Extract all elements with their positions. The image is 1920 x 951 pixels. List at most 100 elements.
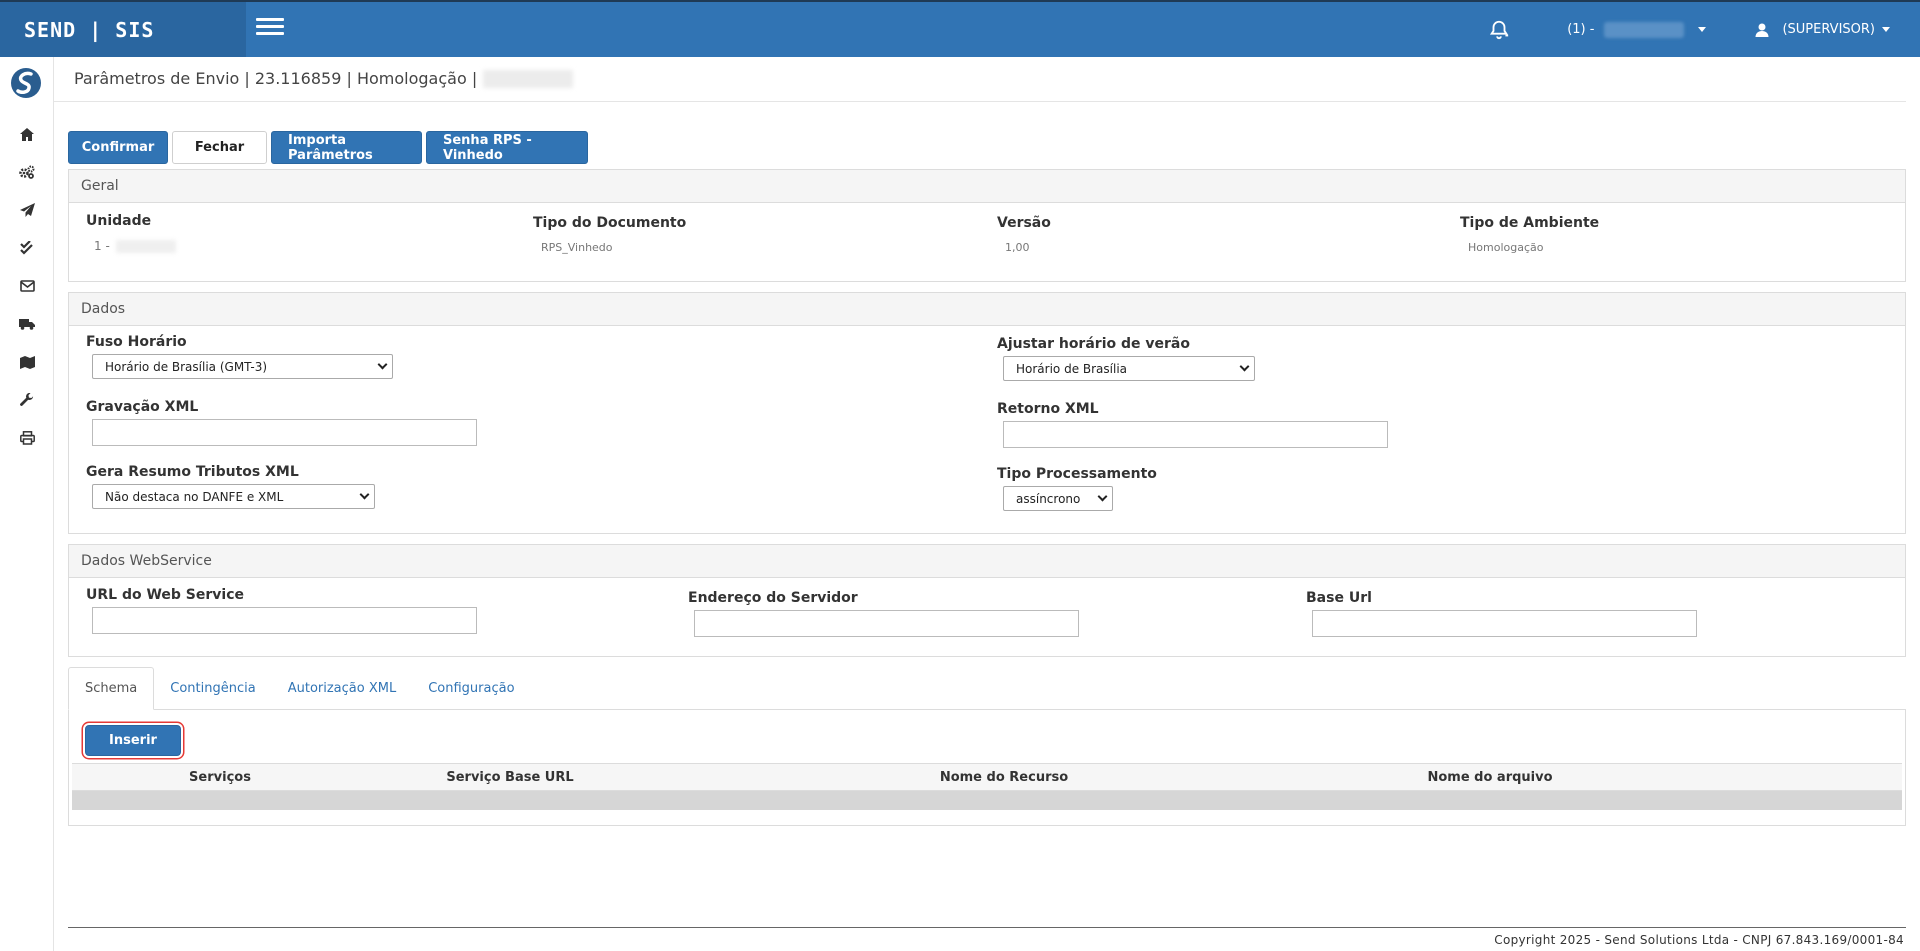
home-icon (20, 127, 34, 141)
tipo-documento-label: Tipo do Documento (533, 215, 687, 231)
general-panel: Geral Unidade 1 - Tipo do Documento RPS_… (68, 169, 1906, 282)
title-divider (54, 101, 1906, 102)
chevron-down-icon (1882, 27, 1890, 32)
versao-value: 1,00 (1005, 241, 1030, 254)
redacted-name (483, 69, 574, 88)
rps-password-button[interactable]: Senha RPS - Vinhedo (426, 131, 588, 164)
resumo-tributos-select[interactable]: Não destaca no DANFE e XML (92, 484, 375, 509)
wrench-icon (20, 393, 34, 406)
menu-toggle-icon[interactable] (256, 18, 284, 38)
horario-verao-select[interactable]: Horário de Brasília (1003, 356, 1255, 381)
navbar-right: (1) - (SUPERVISOR) (1479, 2, 1920, 57)
data-panel: Dados Fuso Horário Horário de Brasília (… (68, 292, 1906, 534)
fuso-horario-label: Fuso Horário (86, 334, 187, 350)
sidebar-item-transport[interactable] (0, 304, 54, 344)
chevron-down-icon (1239, 361, 1250, 372)
chevron-down-icon (359, 489, 370, 500)
url-webservice-label: URL do Web Service (86, 587, 244, 603)
unidade-value: 1 - (94, 239, 176, 253)
tipo-processamento-field: Tipo Processamento assíncrono (997, 466, 1157, 511)
company-label: (1) - (1567, 22, 1595, 37)
url-webservice-input[interactable] (92, 607, 477, 634)
sidebar-item-home[interactable] (0, 114, 54, 154)
tab-autorizacao-xml[interactable]: Autorização XML (272, 667, 413, 710)
versao-field: Versão 1,00 (997, 215, 1051, 254)
unidade-field: Unidade 1 - (86, 213, 176, 253)
company-selector[interactable]: (1) - (1567, 21, 1707, 38)
gravacao-xml-field: Gravação XML (86, 399, 477, 446)
fuso-horario-select[interactable]: Horário de Brasília (GMT-3) (92, 354, 393, 379)
schema-tab-panel: Inserir Serviços Serviço Base URL Nome d… (68, 710, 1906, 826)
action-toolbar: Confirmar Fechar Importa Parâmetros Senh… (68, 131, 592, 164)
gravacao-xml-label: Gravação XML (86, 399, 199, 415)
resumo-tributos-label: Gera Resumo Tributos XML (86, 464, 299, 480)
tipo-ambiente-label: Tipo de Ambiente (1460, 215, 1600, 231)
insert-button[interactable]: Inserir (85, 725, 181, 756)
user-icon (1755, 23, 1769, 37)
chevron-down-icon (1097, 491, 1108, 502)
versao-label: Versão (997, 215, 1051, 231)
brand-logo[interactable]: SEND | SIS (0, 2, 246, 57)
map-icon (19, 355, 35, 369)
endereco-servidor-field: Endereço do Servidor (688, 590, 1079, 637)
resumo-tributos-field: Gera Resumo Tributos XML Não destaca no … (86, 464, 375, 509)
confirm-button[interactable]: Confirmar (68, 131, 168, 164)
schema-grid-header: Serviços Serviço Base URL Nome do Recurs… (72, 763, 1902, 791)
user-menu[interactable]: (SUPERVISOR) (1754, 22, 1890, 38)
page-title-text: Parâmetros de Envio | 23.116859 | Homolo… (74, 69, 478, 88)
sidebar-item-settings[interactable] (0, 152, 54, 192)
horario-verao-label: Ajustar horário de verão (997, 336, 1190, 352)
column-header-nome-arquivo[interactable]: Nome do arquivo (1427, 770, 1552, 785)
endereco-servidor-label: Endereço do Servidor (688, 590, 858, 606)
tipo-documento-field: Tipo do Documento RPS_Vinhedo (533, 215, 686, 254)
retorno-xml-label: Retorno XML (997, 401, 1099, 417)
tipo-processamento-select[interactable]: assíncrono (1003, 486, 1113, 511)
chevron-down-icon (377, 359, 388, 370)
envelope-icon (19, 280, 35, 292)
notifications-bell-icon[interactable] (1479, 10, 1519, 50)
url-webservice-field: URL do Web Service (86, 587, 477, 634)
paper-plane-icon (19, 203, 35, 217)
base-url-input[interactable] (1312, 610, 1697, 637)
sidebar-item-tools[interactable] (0, 380, 54, 420)
check-double-icon (19, 241, 33, 255)
general-panel-heading: Geral (69, 170, 1905, 203)
column-header-nome-recurso[interactable]: Nome do Recurso (940, 770, 1068, 785)
retorno-xml-input[interactable] (1003, 421, 1388, 448)
tab-schema[interactable]: Schema (68, 667, 155, 710)
tipo-documento-value: RPS_Vinhedo (541, 241, 613, 254)
unidade-label: Unidade (86, 213, 152, 229)
company-name-redacted (1604, 21, 1685, 38)
table-row[interactable] (72, 791, 1902, 810)
print-icon (19, 431, 35, 445)
tipo-ambiente-field: Tipo de Ambiente Homologação (1460, 215, 1599, 254)
chevron-down-icon (1698, 27, 1707, 32)
sidebar-item-mail[interactable] (0, 266, 54, 306)
endereco-servidor-input[interactable] (694, 610, 1079, 637)
webservice-panel: Dados WebService URL do Web Service Ende… (68, 544, 1906, 657)
retorno-xml-field: Retorno XML (997, 401, 1388, 448)
tab-contingencia[interactable]: Contingência (154, 667, 271, 710)
footer-divider (68, 927, 1906, 928)
sidebar-item-send[interactable] (0, 190, 54, 230)
data-panel-heading: Dados (69, 293, 1905, 326)
close-button[interactable]: Fechar (172, 131, 267, 164)
page-title: Parâmetros de Envio | 23.116859 | Homolo… (74, 69, 574, 88)
sidebar-item-approvals[interactable] (0, 228, 54, 268)
send-logo-icon[interactable] (10, 67, 42, 99)
base-url-label: Base Url (1306, 590, 1372, 606)
tab-configuracao[interactable]: Configuração (412, 667, 530, 710)
column-header-servico-base-url[interactable]: Serviço Base URL (446, 770, 573, 785)
tipo-ambiente-value: Homologação (1468, 241, 1544, 254)
import-parameters-button[interactable]: Importa Parâmetros (271, 131, 422, 164)
gravacao-xml-input[interactable] (92, 419, 477, 446)
horario-verao-field: Ajustar horário de verão Horário de Bras… (997, 336, 1255, 381)
truck-icon (19, 319, 35, 330)
webservice-panel-heading: Dados WebService (69, 545, 1905, 578)
fuso-horario-field: Fuso Horário Horário de Brasília (GMT-3) (86, 334, 393, 379)
column-header-servicos[interactable]: Serviços (189, 770, 251, 785)
sidebar-item-print[interactable] (0, 418, 54, 458)
base-url-field: Base Url (1306, 590, 1697, 637)
tipo-processamento-label: Tipo Processamento (997, 466, 1157, 482)
sidebar-item-map[interactable] (0, 342, 54, 382)
